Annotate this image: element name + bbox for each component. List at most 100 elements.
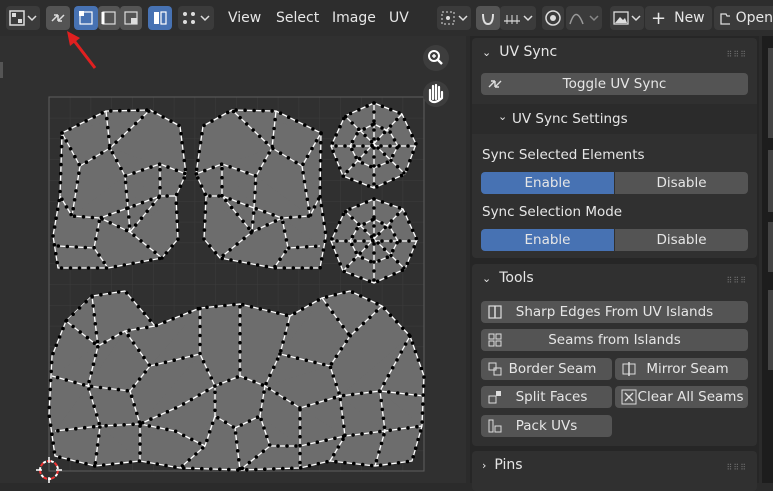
uv-vertex[interactable]	[135, 411, 139, 416]
uv-vertex[interactable]	[323, 230, 328, 235]
uv-vertex[interactable]	[251, 220, 255, 224]
uv-vertex[interactable]	[75, 180, 80, 184]
uv-vertex[interactable]	[179, 313, 184, 318]
uv-vertex[interactable]	[362, 239, 366, 243]
uv-vertex[interactable]	[163, 360, 168, 365]
uv-vertex[interactable]	[384, 275, 388, 280]
uv-vertex[interactable]	[382, 306, 387, 311]
uv-vertex[interactable]	[392, 272, 396, 276]
uv-vertex[interactable]	[387, 390, 391, 394]
uv-vertex[interactable]	[151, 202, 155, 207]
uv-vertex[interactable]	[100, 111, 104, 115]
seams-from-islands-button[interactable]: Seams from Islands	[481, 329, 748, 351]
uv-vertex[interactable]	[198, 342, 202, 347]
uv-vertex[interactable]	[300, 266, 305, 270]
uv-vertex[interactable]	[407, 239, 411, 243]
uv-vertex[interactable]	[339, 406, 344, 411]
uv-vertex[interactable]	[116, 209, 121, 214]
uv-vertex[interactable]	[55, 207, 60, 212]
uv-vertex[interactable]	[175, 219, 179, 223]
uv-vertex[interactable]	[358, 251, 363, 255]
uv-vertex[interactable]	[306, 214, 311, 218]
uv-vertex[interactable]	[298, 451, 302, 456]
uv-vertex[interactable]	[101, 463, 106, 467]
uv-vertex[interactable]	[156, 425, 160, 430]
uv-vertex[interactable]	[283, 250, 288, 254]
uv-vertex[interactable]	[188, 310, 192, 314]
uv-vertex[interactable]	[60, 131, 64, 135]
uv-vertex[interactable]	[358, 180, 363, 185]
uv-vertex[interactable]	[265, 223, 270, 227]
uv-vertex[interactable]	[361, 321, 366, 326]
uv-vertex[interactable]	[229, 205, 234, 210]
uv-vertex[interactable]	[254, 455, 259, 459]
uv-vertex[interactable]	[213, 390, 217, 395]
uv-vertex[interactable]	[356, 222, 361, 226]
uv-vertex[interactable]	[275, 357, 280, 361]
uv-vertex[interactable]	[395, 391, 400, 395]
uv-vertex[interactable]	[341, 324, 345, 329]
uv-vertex[interactable]	[89, 384, 94, 389]
uv-vertex[interactable]	[402, 266, 406, 270]
uv-vertex[interactable]	[372, 197, 376, 201]
uv-vertex[interactable]	[416, 358, 421, 362]
uv-vertex[interactable]	[243, 108, 247, 113]
uv-vertex[interactable]	[161, 115, 165, 119]
uv-vertex[interactable]	[376, 137, 381, 141]
uv-vertex[interactable]	[137, 459, 142, 463]
uv-vertex[interactable]	[413, 393, 418, 397]
uv-vertex[interactable]	[55, 375, 60, 380]
uv-vertex[interactable]	[372, 278, 376, 282]
uv-vertex[interactable]	[54, 251, 58, 256]
uv-vertex[interactable]	[388, 313, 393, 318]
uv-vertex[interactable]	[385, 255, 390, 259]
uv-vertex[interactable]	[147, 424, 152, 428]
uv-vertex[interactable]	[348, 333, 353, 338]
uv-vertex[interactable]	[147, 363, 152, 367]
uv-sync-panel-header[interactable]: ⌄ UV Sync ⠿⠿⠿	[472, 38, 757, 66]
uv-vertex[interactable]	[380, 221, 384, 225]
uv-vertex[interactable]	[395, 212, 400, 217]
uv-vertex[interactable]	[318, 265, 322, 270]
uv-vertex[interactable]	[179, 131, 183, 136]
uv-vertex[interactable]	[164, 251, 169, 255]
uv-vertex[interactable]	[54, 216, 58, 220]
uv-vertex[interactable]	[108, 221, 112, 225]
uv-vertex[interactable]	[356, 127, 361, 131]
uv-vertex[interactable]	[48, 396, 52, 401]
uv-vertex[interactable]	[148, 318, 152, 323]
uv-vertex[interactable]	[338, 166, 342, 170]
uv-vertex[interactable]	[267, 309, 271, 313]
uv-vertex[interactable]	[367, 279, 372, 283]
uv-vertex[interactable]	[174, 201, 179, 205]
uv-vertex[interactable]	[395, 164, 400, 169]
uv-vertex[interactable]	[308, 302, 313, 307]
proportional-falloff-dropdown[interactable]	[566, 6, 602, 30]
uv-vertex[interactable]	[260, 399, 265, 403]
uv-vertex[interactable]	[201, 359, 206, 364]
uv-vertex[interactable]	[131, 422, 135, 427]
uv-vertex[interactable]	[110, 150, 115, 155]
uv-vertex[interactable]	[388, 428, 393, 433]
uv-vertex[interactable]	[304, 245, 309, 249]
uv-vertex[interactable]	[191, 466, 195, 471]
uv-vertex[interactable]	[202, 228, 207, 232]
uv-vertex[interactable]	[97, 421, 101, 426]
uv-vertex[interactable]	[364, 200, 369, 204]
uv-vertex[interactable]	[74, 189, 78, 193]
uv-vertex[interactable]	[170, 244, 174, 248]
uv-vertex[interactable]	[321, 212, 325, 217]
uv-layout[interactable]	[0, 36, 466, 483]
uv-vertex[interactable]	[338, 397, 343, 402]
uv-vertex[interactable]	[244, 122, 249, 126]
uv-vertex[interactable]	[282, 266, 287, 270]
uv-vertex[interactable]	[351, 163, 356, 167]
uv-vertex[interactable]	[386, 373, 391, 378]
uv-vertex[interactable]	[138, 422, 143, 426]
uv-vertex[interactable]	[58, 455, 62, 460]
uv-vertex[interactable]	[233, 431, 238, 435]
uv-vertex[interactable]	[104, 266, 109, 270]
uv-vertex[interactable]	[76, 123, 80, 127]
uv-vertex[interactable]	[272, 365, 276, 370]
uv-vertex[interactable]	[158, 167, 162, 172]
